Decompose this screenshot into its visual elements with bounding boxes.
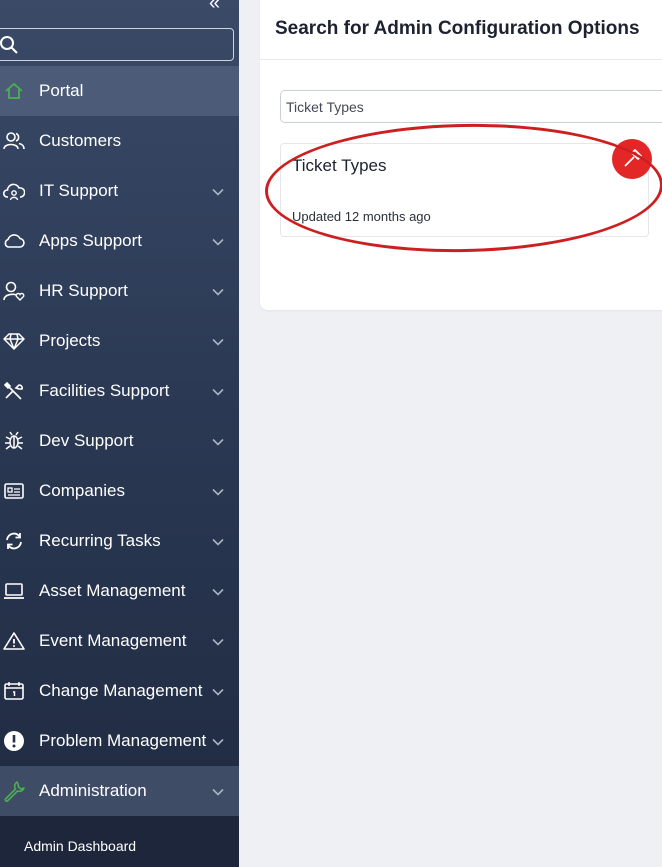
sidebar-item-label: Projects bbox=[39, 331, 101, 350]
home-icon bbox=[3, 80, 25, 102]
sidebar-item-label: Recurring Tasks bbox=[39, 531, 161, 550]
sidebar-item-dev-support[interactable]: Dev Support bbox=[0, 416, 239, 466]
chevron-down-icon bbox=[212, 738, 224, 746]
sidebar-item-problem-management[interactable]: Problem Management bbox=[0, 716, 239, 766]
sidebar-item-companies[interactable]: Companies bbox=[0, 466, 239, 516]
sidebar-subitem-label: Admin Dashboard bbox=[24, 838, 137, 854]
laptop-icon bbox=[3, 580, 25, 602]
sidebar-item-label: Companies bbox=[39, 481, 125, 500]
chevron-down-icon bbox=[212, 688, 224, 696]
exclamation-circle-icon bbox=[3, 730, 25, 752]
tools-icon bbox=[3, 380, 25, 402]
sidebar-item-label: Change Management bbox=[39, 681, 203, 700]
sidebar-item-label: IT Support bbox=[39, 181, 119, 200]
sidebar-subitem-admin-dashboard[interactable]: Admin Dashboard bbox=[0, 816, 239, 867]
sidebar-item-administration[interactable]: Administration bbox=[0, 766, 239, 816]
sidebar-item-projects[interactable]: Projects bbox=[0, 316, 239, 366]
sidebar-item-label: Facilities Support bbox=[39, 381, 170, 400]
sidebar-item-asset-management[interactable]: Asset Management bbox=[0, 566, 239, 616]
chevron-down-icon bbox=[212, 188, 224, 196]
sidebar-search[interactable] bbox=[0, 28, 234, 61]
chevron-down-icon bbox=[212, 788, 224, 796]
sidebar-item-label: Customers bbox=[39, 131, 122, 150]
refresh-icon bbox=[3, 530, 25, 552]
chevron-down-icon bbox=[212, 238, 224, 246]
sidebar-menu: Portal Customers IT Support Apps Support bbox=[0, 66, 239, 867]
cloud-icon bbox=[3, 230, 25, 252]
sidebar-item-label: Administration bbox=[39, 781, 147, 800]
chevron-down-icon bbox=[212, 488, 224, 496]
wrench-icon bbox=[3, 780, 25, 802]
chevron-down-icon bbox=[212, 588, 224, 596]
warning-icon bbox=[3, 630, 25, 652]
chevron-down-icon bbox=[212, 288, 224, 296]
sidebar-item-facilities-support[interactable]: Facilities Support bbox=[0, 366, 239, 416]
id-card-icon bbox=[3, 480, 25, 502]
bug-icon bbox=[3, 430, 25, 452]
sidebar-item-portal[interactable]: Portal bbox=[0, 66, 239, 116]
result-card[interactable]: Ticket Types Updated 12 months ago bbox=[280, 143, 649, 237]
chevron-down-icon bbox=[212, 438, 224, 446]
hammer-icon[interactable] bbox=[612, 139, 652, 179]
chevron-down-icon bbox=[212, 388, 224, 396]
collapse-sidebar-button[interactable]: « bbox=[209, 0, 220, 15]
config-search-field[interactable] bbox=[280, 90, 662, 123]
result-title: Ticket Types bbox=[292, 156, 387, 175]
sidebar-item-label: HR Support bbox=[39, 281, 128, 300]
divider bbox=[260, 59, 662, 60]
chevron-down-icon bbox=[212, 638, 224, 646]
users-icon bbox=[3, 130, 25, 152]
sidebar-item-recurring-tasks[interactable]: Recurring Tasks bbox=[0, 516, 239, 566]
sidebar-item-label: Asset Management bbox=[39, 581, 186, 600]
person-heart-icon bbox=[3, 280, 25, 302]
sidebar-item-event-management[interactable]: Event Management bbox=[0, 616, 239, 666]
sidebar-item-label: Dev Support bbox=[39, 431, 134, 450]
sidebar-item-label: Problem Management bbox=[39, 731, 207, 750]
sidebar-item-label: Portal bbox=[39, 81, 84, 100]
result-updated: Updated 12 months ago bbox=[292, 209, 431, 224]
sidebar-search-input[interactable] bbox=[23, 29, 223, 60]
admin-config-panel: Search for Admin Configuration Options T… bbox=[260, 0, 662, 310]
sidebar-item-apps-support[interactable]: Apps Support bbox=[0, 216, 239, 266]
sidebar-item-it-support[interactable]: IT Support bbox=[0, 166, 239, 216]
cloud-person-icon bbox=[3, 180, 25, 202]
search-icon bbox=[0, 36, 18, 54]
sidebar: « Portal Customers IT Support Apps Suppo… bbox=[0, 0, 239, 867]
sidebar-item-label: Apps Support bbox=[39, 231, 143, 250]
sidebar-item-change-management[interactable]: Change Management bbox=[0, 666, 239, 716]
chevron-down-icon bbox=[212, 538, 224, 546]
chevron-down-icon bbox=[212, 338, 224, 346]
calendar-icon bbox=[3, 680, 25, 702]
sidebar-item-label: Event Management bbox=[39, 631, 187, 650]
diamond-icon bbox=[3, 330, 25, 352]
sidebar-item-customers[interactable]: Customers bbox=[0, 116, 239, 166]
page-title: Search for Admin Configuration Options bbox=[275, 18, 640, 39]
sidebar-item-hr-support[interactable]: HR Support bbox=[0, 266, 239, 316]
config-search-input[interactable] bbox=[286, 91, 656, 122]
